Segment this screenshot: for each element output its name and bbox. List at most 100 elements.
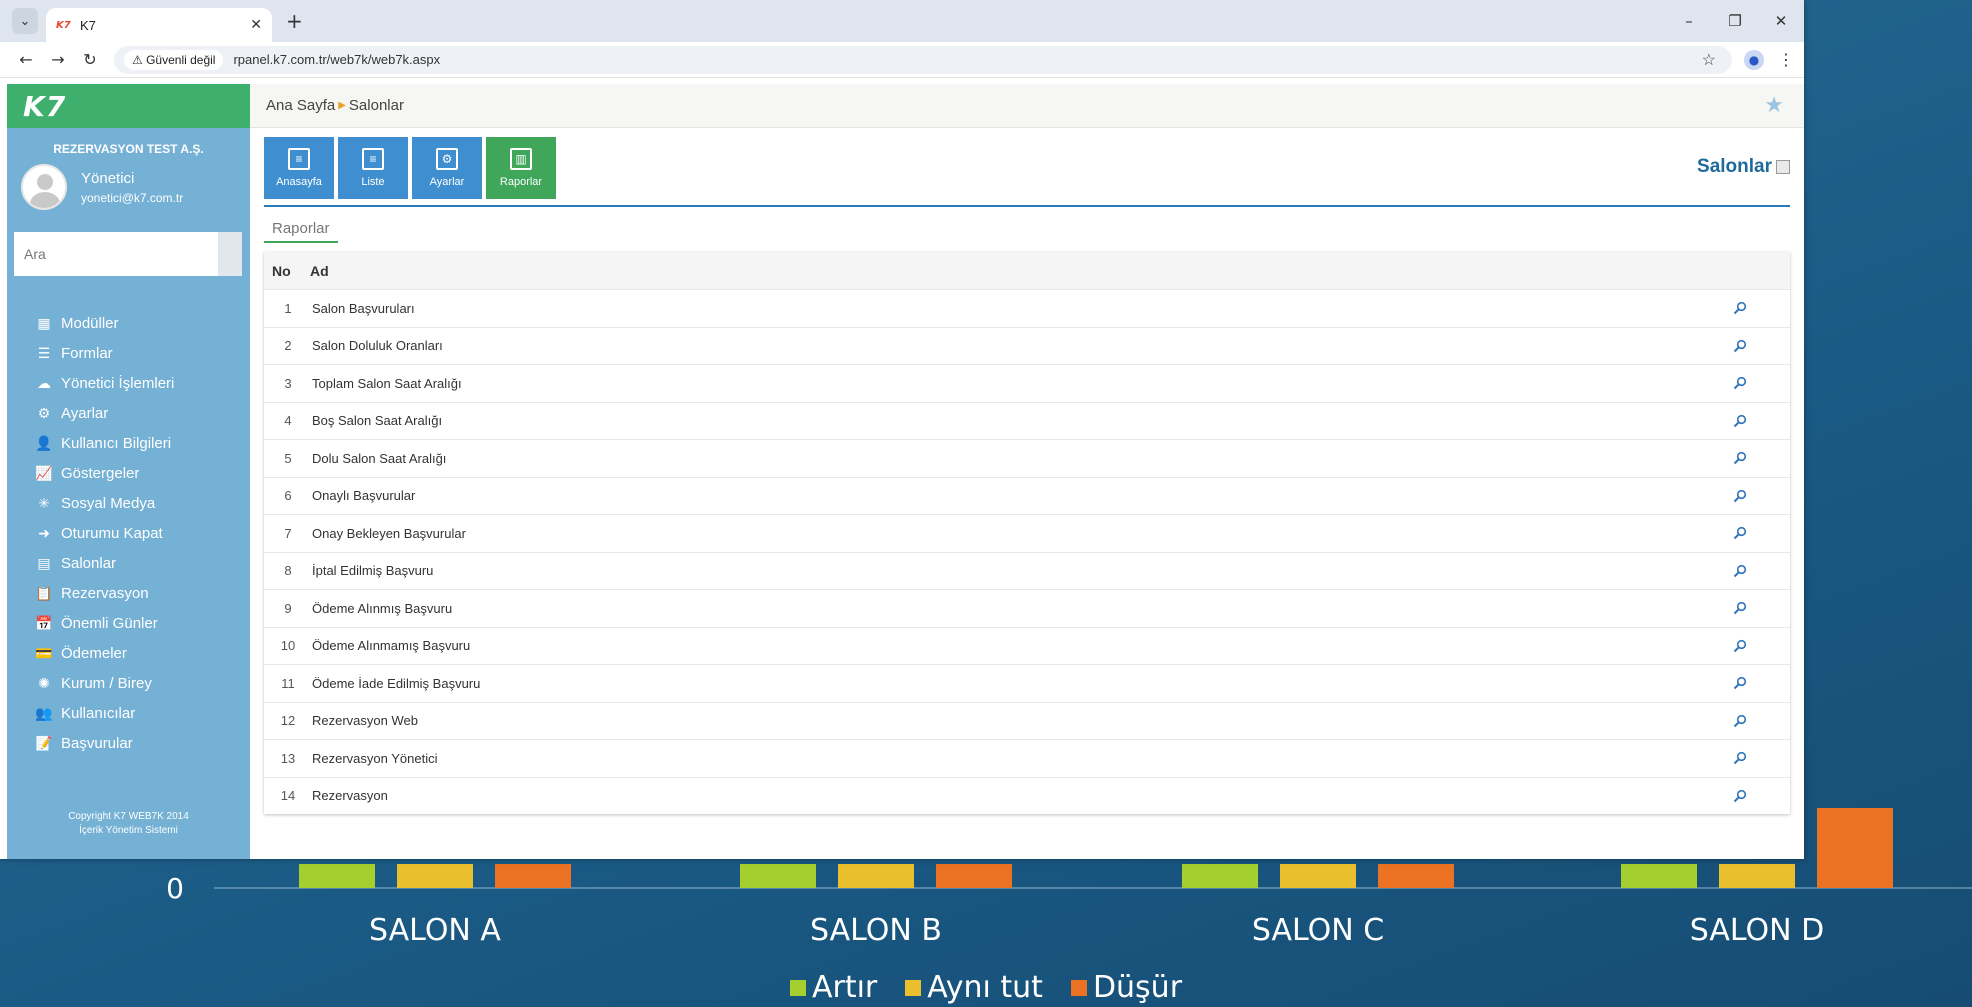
table-row[interactable]: 12 Rezervasyon Web <box>264 701 1790 740</box>
url-text[interactable]: rpanel.k7.com.tr/web7k/web7k.aspx <box>233 52 1701 67</box>
sidebar-item-document[interactable]: 📝 Başvurular <box>33 728 250 758</box>
x-tick-label: SALON D <box>1690 913 1824 948</box>
gear-icon: ⚙ <box>37 404 51 421</box>
row-no: 4 <box>284 413 292 429</box>
ayarlar-button[interactable]: ⚙ Ayarlar <box>412 137 482 199</box>
sidebar-item-chart[interactable]: 📈 Göstergeler <box>33 458 250 488</box>
anasayfa-button[interactable]: ≡ Anasayfa <box>264 137 334 199</box>
favorite-star-icon[interactable]: ★ <box>1764 92 1784 118</box>
row-ad: Rezervasyon <box>312 788 388 804</box>
sidebar-item-list[interactable]: ☰ Formlar <box>33 338 250 368</box>
search-button[interactable] <box>218 232 242 276</box>
sidebar-item-gear[interactable]: ⚙ Ayarlar <box>33 398 250 428</box>
clipboard-icon: 📋 <box>35 584 53 601</box>
row-ad: Boş Salon Saat Aralığı <box>312 413 443 429</box>
tab-search-button[interactable]: ⌄ <box>12 8 38 34</box>
raporlar-button[interactable]: ▥ Raporlar <box>486 137 556 199</box>
new-tab-button[interactable]: + <box>286 9 303 33</box>
menu-kebab-icon[interactable]: ⋮ <box>1778 50 1794 69</box>
sidebar-item-cloud[interactable]: ☁ Yönetici İşlemleri <box>33 368 250 398</box>
table-row[interactable]: 6 Onaylı Başvurular <box>264 476 1790 515</box>
table-row[interactable]: 13 Rezervasyon Yönetici <box>264 739 1790 777</box>
search-input[interactable] <box>14 232 218 276</box>
avatar[interactable] <box>21 164 67 210</box>
sidebar: K7 REZERVASYON TEST A.Ş. Yönetici yoneti… <box>7 84 250 859</box>
breadcrumb-home[interactable]: Ana Sayfa <box>266 97 335 114</box>
view-report-button[interactable] <box>1690 789 1790 803</box>
view-report-button[interactable] <box>1690 714 1790 728</box>
view-report-button[interactable] <box>1690 339 1790 353</box>
table-row[interactable]: 9 Ödeme Alınmış Başvuru <box>264 589 1790 627</box>
view-report-button[interactable] <box>1690 564 1790 578</box>
chart-legend: Artır Aynı tut Düşür <box>0 970 1972 1005</box>
sidebar-item-clipboard[interactable]: 📋 Rezervasyon <box>33 578 250 608</box>
page-title-text: Salonlar <box>1697 156 1772 177</box>
sidebar-item-wallet[interactable]: 💳 Ödemeler <box>33 638 250 668</box>
legend-label-ayni-tut: Aynı tut <box>927 970 1043 1005</box>
x-tick-label: SALON C <box>1252 913 1384 948</box>
table-row[interactable]: 8 İptal Edilmiş Başvuru <box>264 551 1790 590</box>
sidebar-item-label: Önemli Günler <box>61 614 158 632</box>
table-row[interactable]: 5 Dolu Salon Saat Aralığı <box>264 439 1790 477</box>
sidebar-item-bug[interactable]: ✺ Kurum / Birey <box>33 668 250 698</box>
sidebar-item-label: Ödemeler <box>61 644 127 662</box>
search-icon <box>1733 714 1747 727</box>
liste-button[interactable]: ≡ Liste <box>338 137 408 199</box>
search-icon <box>1733 302 1747 315</box>
tab-raporlar[interactable]: Raporlar <box>264 216 338 243</box>
table-row[interactable]: 14 Rezervasyon <box>264 776 1790 815</box>
warning-icon: ⚠ <box>132 52 147 67</box>
close-tab-icon[interactable]: ✕ <box>250 17 262 33</box>
view-report-button[interactable] <box>1690 526 1790 540</box>
sidebar-item-grid[interactable]: ▦ Modüller <box>33 308 250 338</box>
view-report-button[interactable] <box>1690 414 1790 428</box>
restore-icon[interactable]: ❐ <box>1712 12 1758 30</box>
back-icon[interactable]: ← <box>10 50 42 69</box>
security-chip[interactable]: ⚠ Güvenli değil <box>124 49 224 70</box>
table-row[interactable]: 11 Ödeme İade Edilmiş Başvuru <box>264 664 1790 702</box>
profile-icon[interactable]: ● <box>1744 49 1764 70</box>
row-ad: Onay Bekleyen Başvurular <box>312 525 466 541</box>
close-window-icon[interactable]: ✕ <box>1758 12 1804 30</box>
address-bar[interactable]: ⚠ Güvenli değil rpanel.k7.com.tr/web7k/w… <box>114 45 1732 74</box>
view-report-button[interactable] <box>1690 676 1790 690</box>
table-row[interactable]: 10 Ödeme Alınmamış Başvuru <box>264 626 1790 665</box>
view-report-button[interactable] <box>1690 601 1790 615</box>
view-report-button[interactable] <box>1690 751 1790 765</box>
breadcrumb-current[interactable]: Salonlar <box>349 97 404 114</box>
sidebar-item-network[interactable]: ✳ Sosyal Medya <box>33 488 250 518</box>
chart-icon: 📈 <box>35 464 53 481</box>
sidebar-item-users[interactable]: 👥 Kullanıcılar <box>33 698 250 728</box>
view-report-button[interactable] <box>1690 376 1790 390</box>
sidebar-item-calendar[interactable]: 📅 Önemli Günler <box>33 608 250 638</box>
table-row[interactable]: 7 Onay Bekleyen Başvurular <box>264 514 1790 552</box>
forward-icon[interactable]: → <box>42 50 74 69</box>
users-icon: 👥 <box>35 704 53 721</box>
sidebar-item-building[interactable]: ▤ Salonlar <box>33 548 250 578</box>
table-row[interactable]: 1 Salon Başvuruları <box>264 289 1790 327</box>
view-report-button[interactable] <box>1690 301 1790 315</box>
table-row[interactable]: 2 Salon Doluluk Oranları <box>264 326 1790 365</box>
browser-tab[interactable]: K7 K7 ✕ <box>46 8 272 42</box>
view-report-button[interactable] <box>1690 639 1790 653</box>
view-report-button[interactable] <box>1690 489 1790 503</box>
legend-item-artir: Artır <box>789 970 877 1005</box>
reload-icon[interactable]: ↻ <box>74 50 106 69</box>
search-icon <box>1733 527 1747 540</box>
favicon: K7 <box>56 19 71 31</box>
sidebar-item-label: Oturumu Kapat <box>61 524 163 542</box>
bookmark-star-icon[interactable]: ☆ <box>1702 50 1716 70</box>
company-name: REZERVASYON TEST A.Ş. <box>53 142 204 156</box>
table-row[interactable]: 3 Toplam Salon Saat Aralığı <box>264 364 1790 402</box>
sidebar-item-logout[interactable]: ➜ Oturumu Kapat <box>33 518 250 548</box>
view-report-button[interactable] <box>1690 451 1790 465</box>
table-row[interactable]: 4 Boş Salon Saat Aralığı <box>264 401 1790 440</box>
search-icon <box>1733 639 1747 652</box>
logo[interactable]: K7 <box>23 90 66 123</box>
legend-swatch-dusur <box>1070 979 1087 996</box>
minimize-icon[interactable]: – <box>1666 12 1712 30</box>
x-tick-label: SALON B <box>810 913 942 948</box>
sidebar-item-label: Salonlar <box>61 554 117 572</box>
row-no: 13 <box>280 750 296 766</box>
sidebar-item-user[interactable]: 👤 Kullanıcı Bilgileri <box>33 428 250 458</box>
